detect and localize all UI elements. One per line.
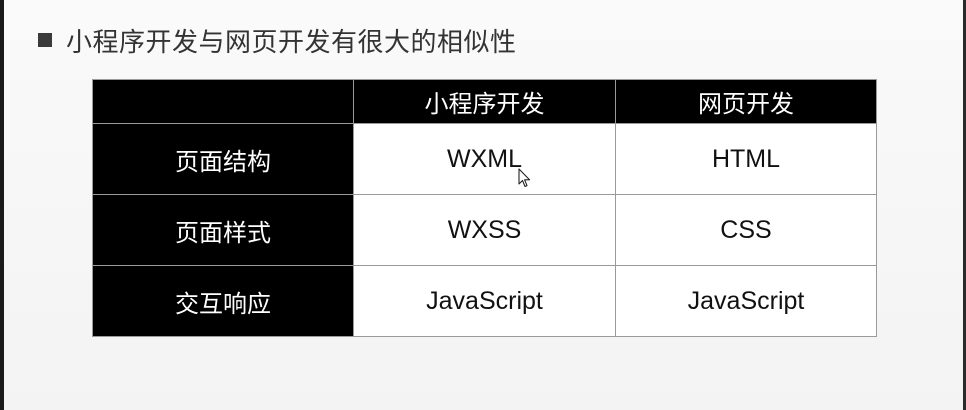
header-miniprogram: 小程序开发 [353, 79, 616, 124]
left-frame-edge [0, 0, 4, 410]
comparison-table: 小程序开发 网页开发 页面结构 WXML HTML 页面样式 WXSS CSS … [92, 79, 877, 337]
header-corner-cell [92, 79, 354, 124]
header-web: 网页开发 [615, 79, 877, 124]
heading-text: 小程序开发与网页开发有很大的相似性 [66, 27, 517, 58]
row-label-structure: 页面结构 [92, 123, 354, 195]
table-row: 交互响应 JavaScript JavaScript [92, 265, 877, 337]
table-header-row: 小程序开发 网页开发 [92, 79, 877, 124]
cell-style-miniprogram: WXSS [353, 194, 616, 266]
cell-style-web: CSS [615, 194, 877, 266]
table-row: 页面结构 WXML HTML [92, 123, 877, 195]
square-bullet-icon [38, 33, 52, 47]
slide-heading: 小程序开发与网页开发有很大的相似性 [38, 20, 517, 60]
table-row: 页面样式 WXSS CSS [92, 194, 877, 266]
cell-interaction-miniprogram: JavaScript [353, 265, 616, 337]
cell-structure-web: HTML [615, 123, 877, 195]
slide: 小程序开发与网页开发有很大的相似性 小程序开发 网页开发 页面结构 WXML H… [0, 0, 966, 410]
row-label-interaction: 交互响应 [92, 265, 354, 337]
cell-structure-miniprogram: WXML [353, 123, 616, 195]
mouse-pointer-icon [518, 168, 531, 188]
row-label-style: 页面样式 [92, 194, 354, 266]
cell-interaction-web: JavaScript [615, 265, 877, 337]
